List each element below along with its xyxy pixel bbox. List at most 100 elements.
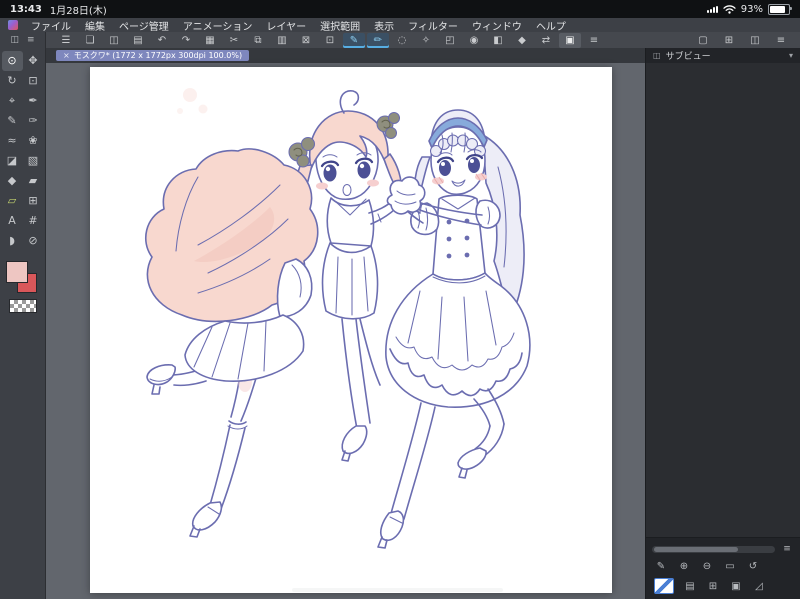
menu-page-manager[interactable]: ページ管理 xyxy=(112,18,176,33)
tool-blend[interactable]: ▧ xyxy=(23,151,44,171)
ipad-status-bar: 13:43 1月28日(木) 93% xyxy=(0,0,800,18)
tool-airbrush[interactable]: ≈ xyxy=(2,131,23,151)
tool-fill[interactable]: ◆ xyxy=(2,171,23,191)
menu-help[interactable]: ヘルプ xyxy=(529,18,573,33)
document-title: モスクワ* (1772 x 1772px 300dpi 100.0%) xyxy=(73,51,243,60)
tool-rotate-canvas[interactable]: ↻ xyxy=(2,71,23,91)
battery-icon xyxy=(768,3,792,15)
workspace-icon[interactable]: ≡ xyxy=(583,33,605,48)
menu-selection[interactable]: 選択範囲 xyxy=(313,18,367,33)
tool-brush[interactable]: ✑ xyxy=(23,111,44,131)
canvas-surface[interactable] xyxy=(90,67,612,593)
page-manager-icon[interactable]: ❏ xyxy=(79,33,101,48)
command-bar: ☰ ❏ ◫ ▤ ↶ ↷ ▦ ✂ ⧉ ▥ ⊠ ⊡ ✎ ✏ ◌ ✧ ◰ ◉ ◧ ◆ … xyxy=(0,32,800,48)
menu-file[interactable]: ファイル xyxy=(24,18,78,33)
transparent-color-swatch[interactable] xyxy=(8,299,37,313)
close-tab-icon[interactable]: × xyxy=(63,50,70,61)
subview-collapse-icon[interactable]: ▾ xyxy=(789,51,793,60)
subview-body xyxy=(646,63,800,537)
tool-decoration[interactable]: ❀ xyxy=(23,131,44,151)
tool-palette: ◫ ≡ ⊙ ✥ ↻ ⊡ ⌖ ✒ ✎ ✑ ≈ ❀ ◪ ▧ ◆ ▰ ▱ ⊞ A # … xyxy=(0,32,46,599)
menu-layer[interactable]: レイヤー xyxy=(259,18,313,33)
snap-icon[interactable]: ◉ xyxy=(463,33,485,48)
tool-text[interactable]: A xyxy=(2,211,23,231)
paint-smudges xyxy=(177,88,208,114)
palette-collapse-icon[interactable]: ◫ xyxy=(10,35,19,45)
canvas-area xyxy=(46,63,645,599)
tool-zoom[interactable]: ⊙ xyxy=(1,51,23,71)
resize-icon[interactable]: ◿ xyxy=(752,581,766,592)
current-tool-thumbnail[interactable] xyxy=(654,578,674,594)
gradient-icon[interactable]: ◧ xyxy=(487,33,509,48)
select-rect-icon[interactable]: ⊡ xyxy=(319,33,341,48)
grid-toggle-icon[interactable]: ⊞ xyxy=(721,33,737,48)
tool-eyedropper[interactable]: ⌖ xyxy=(2,91,23,111)
wand-icon[interactable]: ✧ xyxy=(415,33,437,48)
pages-icon[interactable]: ▤ xyxy=(127,33,149,48)
canvas-settings-icon[interactable]: ◫ xyxy=(103,33,125,48)
zoom-out-icon[interactable]: ⊖ xyxy=(700,561,714,572)
canvas-artwork xyxy=(144,88,531,549)
horizontal-scrollbar[interactable] xyxy=(292,588,503,592)
pen-tool-icon[interactable]: ✎ xyxy=(343,32,365,48)
brush-tool-icon[interactable]: ✏ xyxy=(367,32,389,48)
tool-move[interactable]: ✥ xyxy=(23,51,44,71)
tool-balloon[interactable]: ◗ xyxy=(2,231,23,251)
subview-header: ◫ サブビュー ▾ xyxy=(646,48,800,63)
copy-icon[interactable]: ⧉ xyxy=(247,33,269,48)
panel-layout-icon[interactable]: ◫ xyxy=(747,33,763,48)
panel-scrollbar[interactable] xyxy=(652,545,775,553)
tool-correction[interactable]: ⊘ xyxy=(23,231,44,251)
undo-icon[interactable]: ↶ xyxy=(151,33,173,48)
fit-screen-icon[interactable]: ▭ xyxy=(723,561,737,572)
reset-view-icon[interactable]: ↺ xyxy=(746,561,760,572)
battery-percent: 93% xyxy=(740,3,763,15)
subview-title: サブビュー xyxy=(665,52,711,62)
clip-studio-icon[interactable] xyxy=(8,20,18,30)
grid-icon[interactable]: ▦ xyxy=(199,33,221,48)
cut-icon[interactable]: ✂ xyxy=(223,33,245,48)
lasso-icon[interactable]: ◌ xyxy=(391,33,413,48)
palette-menu-icon[interactable]: ≡ xyxy=(27,35,35,45)
menu-animation[interactable]: アニメーション xyxy=(176,18,260,33)
layer-panel-icon[interactable]: ▣ xyxy=(559,32,581,48)
tool-pencil[interactable]: ✎ xyxy=(2,111,23,131)
tool-pen[interactable]: ✒ xyxy=(23,91,44,111)
tool-gradient[interactable]: ▰ xyxy=(23,171,44,191)
menu-view[interactable]: 表示 xyxy=(367,18,401,33)
layers-icon[interactable]: ▤ xyxy=(683,581,697,592)
tool-figure[interactable]: ▱ xyxy=(2,191,23,211)
tool-eraser[interactable]: ◪ xyxy=(2,151,23,171)
main-menu-icon[interactable]: ☰ xyxy=(55,33,77,48)
document-tab[interactable]: × モスクワ* (1772 x 1772px 300dpi 100.0%) xyxy=(56,50,250,61)
tool-ruler[interactable]: # xyxy=(23,211,44,231)
tool-property-icon[interactable]: ▣ xyxy=(729,581,743,592)
right-sidebar: ◫ サブビュー ▾ ≡ ✎ ⊕ ⊖ ▭ ↺ ▤ ⊞ ▣ ◿ xyxy=(645,48,800,599)
tool-selection[interactable]: ⊡ xyxy=(23,71,44,91)
date: 1月28日(木) xyxy=(49,5,107,17)
sidebar-menu-icon[interactable]: ≡ xyxy=(773,33,789,48)
menu-filter[interactable]: フィルター xyxy=(401,18,465,33)
main-color-swatch[interactable] xyxy=(6,261,28,283)
menu-window[interactable]: ウィンドウ xyxy=(465,18,529,33)
tab-bar: × モスクワ* (1772 x 1772px 300dpi 100.0%) xyxy=(46,48,645,63)
fill-icon[interactable]: ◆ xyxy=(511,33,533,48)
tool-frame[interactable]: ⊞ xyxy=(23,191,44,211)
zoom-in-icon[interactable]: ⊕ xyxy=(677,561,691,572)
right-girl xyxy=(377,109,531,549)
flip-view-icon[interactable]: ⇄ xyxy=(535,33,557,48)
transform-icon[interactable]: ◰ xyxy=(439,33,461,48)
materials-icon[interactable]: ⊞ xyxy=(706,581,720,592)
subview-toggle-icon[interactable]: ▢ xyxy=(695,33,711,48)
clip-studio-paint-app: 13:43 1月28日(木) 93% ファイル 編集 ページ管理 アニメーション… xyxy=(0,0,800,599)
panel-menu-icon[interactable]: ≡ xyxy=(780,544,794,554)
wifi-icon xyxy=(723,5,736,14)
menu-edit[interactable]: 編集 xyxy=(78,18,112,33)
clasped-hands xyxy=(386,176,426,215)
navigator-panel: ≡ ✎ ⊕ ⊖ ▭ ↺ ▤ ⊞ ▣ ◿ xyxy=(646,537,800,599)
paste-icon[interactable]: ▥ xyxy=(271,33,293,48)
redo-icon[interactable]: ↷ xyxy=(175,33,197,48)
clear-icon[interactable]: ⊠ xyxy=(295,33,317,48)
pen-small-icon[interactable]: ✎ xyxy=(654,561,668,572)
clock: 13:43 xyxy=(10,3,42,15)
